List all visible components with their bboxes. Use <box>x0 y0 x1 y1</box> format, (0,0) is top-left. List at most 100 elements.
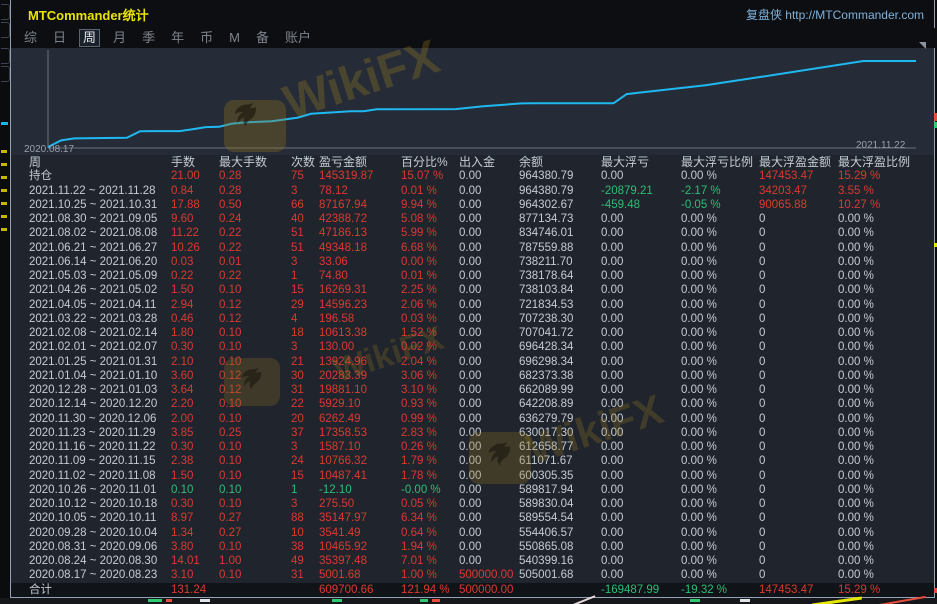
table-row[interactable]: 2020.08.31 ~ 2020.09.063.800.103810465.9… <box>11 540 934 554</box>
table-row[interactable]: 2021.01.25 ~ 2021.01.312.100.102113924.9… <box>11 355 934 369</box>
cell: 0.10 <box>219 454 291 468</box>
table-row[interactable]: 2021.02.01 ~ 2021.02.070.300.103130.000.… <box>11 340 934 354</box>
table-row[interactable]: 2020.10.05 ~ 2020.10.118.970.278835147.9… <box>11 511 934 525</box>
tab-月[interactable]: 月 <box>110 30 129 46</box>
background-mark <box>1 150 7 153</box>
table-row[interactable]: 2021.05.03 ~ 2021.05.090.220.22174.800.0… <box>11 269 934 283</box>
table-row[interactable]: 2020.12.28 ~ 2021.01.033.640.123119881.1… <box>11 383 934 397</box>
table-row[interactable]: 2020.11.09 ~ 2020.11.152.380.102410766.3… <box>11 454 934 468</box>
cell: 738103.84 <box>519 283 601 297</box>
cell: 130.00 <box>319 340 401 354</box>
table-row[interactable]: 2021.03.22 ~ 2021.03.280.460.124196.580.… <box>11 312 934 326</box>
cell: 10465.92 <box>319 540 401 554</box>
cell: 0.00 % <box>838 226 934 240</box>
cell: 最大浮亏比例 <box>681 155 759 169</box>
table-row[interactable]: 2020.11.30 ~ 2020.12.062.000.10206262.49… <box>11 412 934 426</box>
table-row[interactable]: 2020.11.23 ~ 2020.11.293.850.253717358.5… <box>11 426 934 440</box>
tab-年[interactable]: 年 <box>168 30 187 46</box>
table-row[interactable]: 2020.08.17 ~ 2020.08.233.100.10315001.68… <box>11 568 934 582</box>
cell: 90065.88 <box>759 198 838 212</box>
cell: 0.99 % <box>401 412 459 426</box>
chart-start-date: 2020.08.17 <box>24 144 74 155</box>
cell: 0 <box>759 440 838 454</box>
tab-账户[interactable]: 账户 <box>282 30 314 46</box>
cell: 1.00 % <box>401 568 459 582</box>
cell: 0.00 % <box>681 554 759 568</box>
background-window-bottom <box>0 598 937 604</box>
cell: 0.00 <box>459 255 519 269</box>
cell: 0.00 % <box>681 369 759 383</box>
cell: 0.00 % <box>838 326 934 340</box>
cell: 0 <box>759 383 838 397</box>
cell: 74.80 <box>319 269 401 283</box>
table-row[interactable]: 2021.06.21 ~ 2021.06.2710.260.225149348.… <box>11 241 934 255</box>
cell: 500000.00 <box>459 583 519 597</box>
cell: 0.00 <box>459 312 519 326</box>
cell: 0.22 <box>219 241 291 255</box>
cell: 0.00 <box>601 355 681 369</box>
titlebar[interactable]: MTCommander统计 复盘侠 http://MTCommander.com <box>11 0 934 28</box>
table-row[interactable]: 2021.11.22 ~ 2021.11.280.840.28378.120.0… <box>11 184 934 198</box>
cell: 964380.79 <box>519 169 601 183</box>
table-row[interactable]: 2020.09.28 ~ 2020.10.041.340.27103541.49… <box>11 526 934 540</box>
cell: 35147.97 <box>319 511 401 525</box>
cell: 15.29 % <box>838 583 934 597</box>
cell: 0.00 <box>459 554 519 568</box>
equity-chart[interactable]: WikiFX 2020.08.17 2021.11.22 <box>11 48 934 155</box>
cell: 0.28 <box>219 184 291 198</box>
cell: 0.00 <box>601 169 681 183</box>
cell: 0.00 <box>459 198 519 212</box>
table-row[interactable]: 2020.12.14 ~ 2020.12.202.200.10225929.10… <box>11 397 934 411</box>
cell: 0.00 <box>459 283 519 297</box>
cell: 33.06 <box>319 255 401 269</box>
table-row[interactable]: 2021.02.08 ~ 2021.02.141.800.101810613.3… <box>11 326 934 340</box>
cell: 0.00 % <box>838 454 934 468</box>
tab-季[interactable]: 季 <box>139 30 158 46</box>
cell: 10487.41 <box>319 469 401 483</box>
brand-link[interactable]: 复盘侠 http://MTCommander.com <box>746 6 934 23</box>
cell: 0.10 <box>219 283 291 297</box>
cell: 2020.11.02 ~ 2020.11.08 <box>29 469 171 483</box>
tab-日[interactable]: 日 <box>50 30 69 46</box>
cell: 1.80 <box>171 326 219 340</box>
cell: 22 <box>291 397 319 411</box>
table-row[interactable]: 2020.08.24 ~ 2020.08.3014.011.004935397.… <box>11 554 934 568</box>
background-mark <box>332 599 342 602</box>
cell: 0 <box>759 355 838 369</box>
table-row[interactable]: 2020.11.16 ~ 2020.11.220.300.1031587.100… <box>11 440 934 454</box>
resize-grip-icon[interactable] <box>919 42 926 49</box>
background-toolbar-button <box>1 22 10 38</box>
table-row[interactable]: 2021.06.14 ~ 2021.06.200.030.01333.060.0… <box>11 255 934 269</box>
tab-周[interactable]: 周 <box>79 29 100 47</box>
table-row[interactable]: 持仓21.000.2875145319.8715.07 %0.00964380.… <box>11 169 934 183</box>
tab-币[interactable]: 币 <box>197 30 216 46</box>
table-row[interactable]: 2021.10.25 ~ 2021.10.3117.880.506687167.… <box>11 198 934 212</box>
table-row[interactable]: 2020.10.12 ~ 2020.10.180.300.103275.500.… <box>11 497 934 511</box>
cell <box>219 583 291 597</box>
tab-综[interactable]: 综 <box>21 30 40 46</box>
cell: 42388.72 <box>319 212 401 226</box>
cell: 834746.01 <box>519 226 601 240</box>
cell: 2021.01.25 ~ 2021.01.31 <box>29 355 171 369</box>
cell: 18 <box>291 326 319 340</box>
table-row[interactable]: 2020.10.26 ~ 2020.11.010.100.101-12.10-0… <box>11 483 934 497</box>
cell: 0.00 <box>601 412 681 426</box>
table-row[interactable]: 2021.08.02 ~ 2021.08.0811.220.225147186.… <box>11 226 934 240</box>
cell: 0 <box>759 226 838 240</box>
table-row[interactable]: 2020.11.02 ~ 2020.11.081.500.101510487.4… <box>11 469 934 483</box>
cell: 0.00 % <box>838 554 934 568</box>
cell: 最大手数 <box>219 155 291 169</box>
cell: 738211.70 <box>519 255 601 269</box>
table-total-row[interactable]: 合计131.24609700.66121.94 %500000.00-16948… <box>11 583 934 597</box>
cell: 0.12 <box>219 369 291 383</box>
cell: 0.00 % <box>681 497 759 511</box>
cell: 589830.04 <box>519 497 601 511</box>
table-row[interactable]: 2021.01.04 ~ 2021.01.103.600.123020283.3… <box>11 369 934 383</box>
table-row[interactable]: 2021.08.30 ~ 2021.09.059.600.244042388.7… <box>11 212 934 226</box>
tab-备[interactable]: 备 <box>253 30 272 46</box>
cell: 0.00 % <box>838 497 934 511</box>
table-row[interactable]: 2021.04.05 ~ 2021.04.112.940.122914596.2… <box>11 298 934 312</box>
tab-M[interactable]: M <box>226 30 243 46</box>
cell: 0.00 <box>459 526 519 540</box>
table-row[interactable]: 2021.04.26 ~ 2021.05.021.500.101516269.3… <box>11 283 934 297</box>
